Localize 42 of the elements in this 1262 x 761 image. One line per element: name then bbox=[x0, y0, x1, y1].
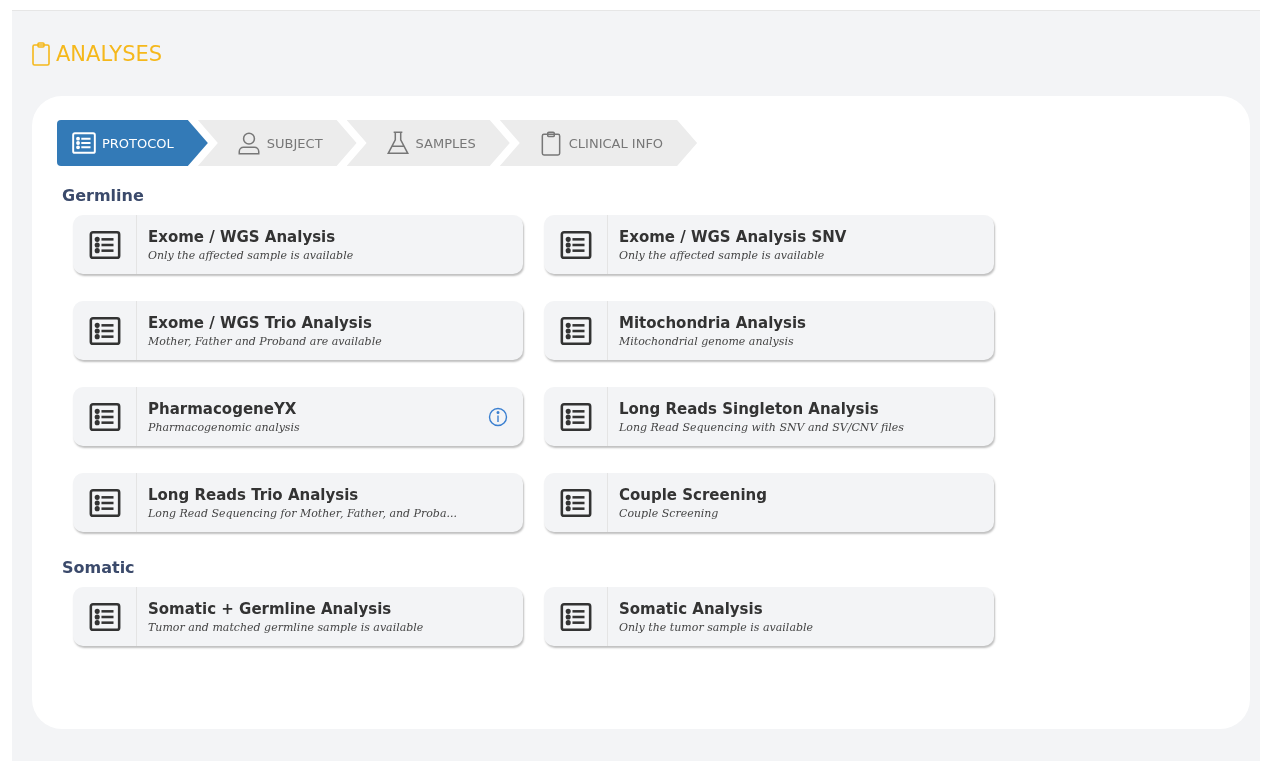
clipboard-icon bbox=[32, 42, 50, 66]
analysis-option[interactable]: Long Reads Singleton Analysis Long Read Sequencing with SNV and SV/CNV files bbox=[544, 387, 994, 446]
list-icon bbox=[71, 130, 97, 156]
analysis-description: Mitochondrial genome analysis bbox=[619, 334, 795, 348]
analysis-description: Long Read Sequencing for Mother, Father, and Proba... bbox=[148, 506, 458, 520]
analysis-name: Long Reads Singleton Analysis bbox=[619, 399, 880, 418]
step-tab[interactable]: SUBJECT bbox=[197, 120, 357, 166]
analysis-name: Exome / WGS Analysis SNV bbox=[619, 227, 848, 246]
section-heading: Germline bbox=[62, 186, 145, 205]
step-tab[interactable]: SAMPLES bbox=[346, 120, 510, 166]
analysis-option[interactable]: Mitochondria Analysis Mitochondrial genome analysis bbox=[544, 301, 994, 360]
analysis-description: Long Read Sequencing with SNV and SV/CNV files bbox=[619, 420, 905, 434]
flask-icon bbox=[384, 130, 411, 156]
analysis-option[interactable]: Long Reads Trio Analysis Long Read Sequencing for Mother, Father, and Proba... bbox=[73, 473, 523, 532]
analysis-option[interactable]: Exome / WGS Trio Analysis Mother, Father and Proband are available bbox=[73, 301, 523, 360]
analysis-name: Exome / WGS Trio Analysis bbox=[148, 313, 373, 332]
analysis-name: Somatic + Germline Analysis bbox=[148, 599, 393, 618]
analysis-description: Pharmacogenomic analysis bbox=[148, 420, 301, 434]
step-tab[interactable]: CLINICAL INFO bbox=[499, 120, 698, 166]
analysis-description: Only the affected sample is available bbox=[619, 248, 826, 262]
analysis-option[interactable]: PharmacogeneYX Pharmacogenomic analysis bbox=[73, 387, 523, 446]
analysis-option[interactable]: Exome / WGS Analysis SNV Only the affected sample is available bbox=[544, 215, 994, 274]
analysis-description: Mother, Father and Proband are available bbox=[148, 334, 383, 348]
analysis-name: Somatic Analysis bbox=[619, 599, 764, 618]
analysis-option[interactable]: Couple Screening Couple Screening bbox=[544, 473, 994, 532]
analysis-option[interactable]: Somatic + Germline Analysis Tumor and matched germline sample is available bbox=[73, 587, 523, 646]
analysis-name: Couple Screening bbox=[619, 485, 768, 504]
analysis-option[interactable]: Exome / WGS Analysis Only the affected sample is available bbox=[73, 215, 523, 274]
analysis-name: Exome / WGS Analysis bbox=[148, 227, 337, 246]
analysis-description: Couple Screening bbox=[619, 506, 720, 520]
analysis-name: Mitochondria Analysis bbox=[619, 313, 808, 332]
person-icon bbox=[235, 130, 262, 156]
page-title: ANALYSES bbox=[56, 42, 163, 66]
analysis-option[interactable]: Somatic Analysis Only the tumor sample is available bbox=[544, 587, 994, 646]
analysis-name: Long Reads Trio Analysis bbox=[148, 485, 360, 504]
info-icon[interactable] bbox=[488, 406, 508, 427]
analysis-name: PharmacogeneYX bbox=[148, 399, 298, 418]
analysis-description: Only the tumor sample is available bbox=[619, 620, 814, 634]
analysis-description: Only the affected sample is available bbox=[148, 248, 355, 262]
step-tab[interactable]: PROTOCOL bbox=[57, 120, 208, 166]
section-heading: Somatic bbox=[62, 558, 136, 577]
analysis-description: Tumor and matched germline sample is available bbox=[148, 620, 425, 634]
